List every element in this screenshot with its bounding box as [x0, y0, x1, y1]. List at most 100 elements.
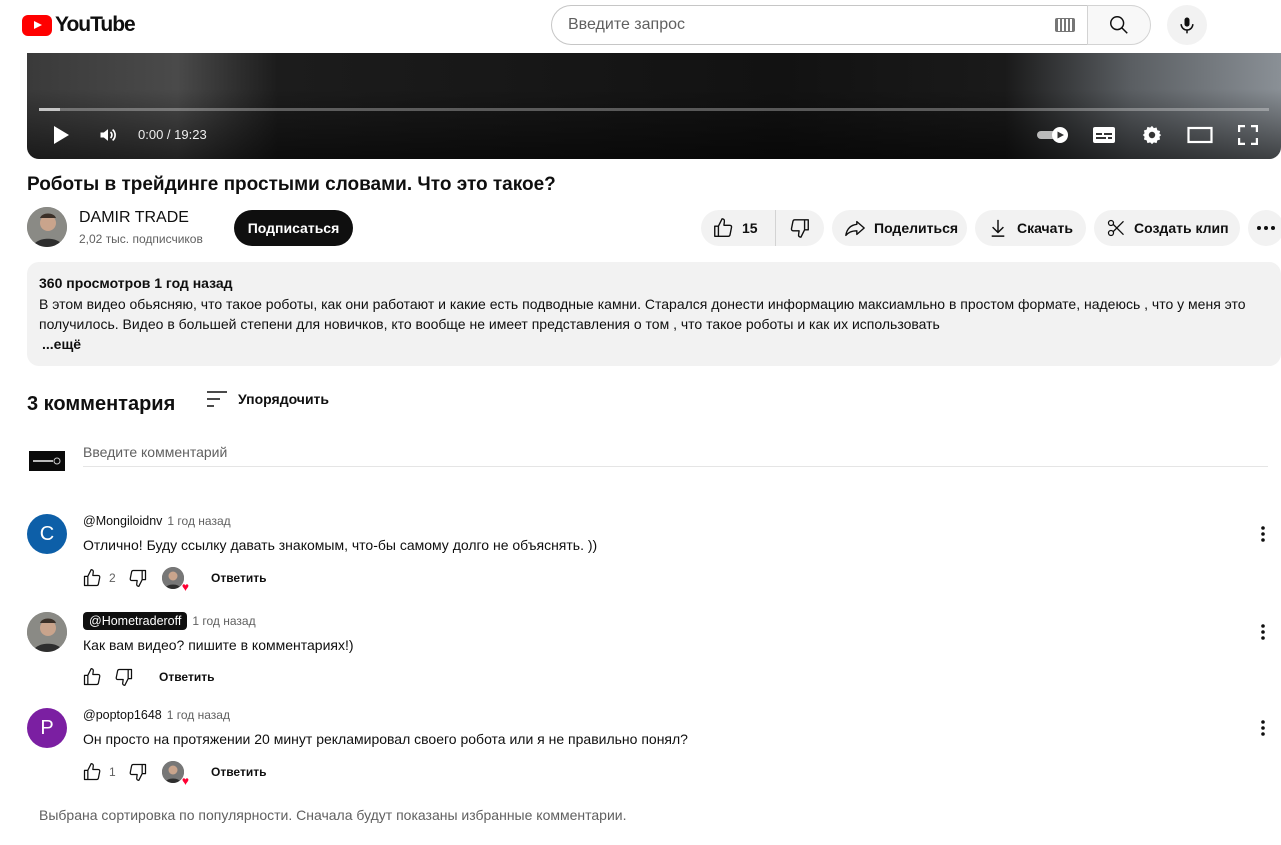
- comment-time[interactable]: 1 год назад: [192, 614, 255, 628]
- clip-label: Создать клип: [1134, 220, 1229, 236]
- download-button[interactable]: Скачать: [975, 210, 1086, 246]
- reply-button[interactable]: Ответить: [211, 765, 266, 779]
- download-label: Скачать: [1017, 220, 1073, 236]
- comment-text: Он просто на протяжении 20 минут реклами…: [83, 731, 688, 747]
- more-horizontal-icon: [1257, 226, 1275, 230]
- thumbs-up-icon[interactable]: [82, 667, 102, 687]
- search-button[interactable]: [1087, 5, 1151, 45]
- comment-time[interactable]: 1 год назад: [167, 708, 230, 722]
- channel-avatar-image: [27, 207, 67, 247]
- logo-text: YouTube: [55, 13, 136, 36]
- like-button[interactable]: 15: [701, 210, 776, 246]
- channel-name[interactable]: DAMIR TRADE: [79, 209, 189, 227]
- more-actions-button[interactable]: [1248, 210, 1281, 246]
- sort-label: Упорядочить: [238, 391, 330, 407]
- more-vertical-icon: [1261, 526, 1265, 542]
- channel-avatar[interactable]: [27, 207, 67, 247]
- subtitles-icon: [1093, 127, 1115, 143]
- video-player[interactable]: 0:00 / 19:23: [27, 53, 1281, 159]
- creator-heart-badge: ♥: [162, 567, 189, 593]
- add-comment-input[interactable]: Введите комментарий: [83, 441, 1268, 467]
- comment-author-avatar[interactable]: C: [27, 514, 67, 554]
- more-vertical-icon: [1261, 720, 1265, 736]
- youtube-play-icon: [22, 14, 52, 36]
- autoplay-toggle[interactable]: [1035, 121, 1071, 149]
- comment-like-count: 1: [109, 765, 116, 779]
- comment-time[interactable]: 1 год назад: [167, 514, 230, 528]
- fullscreen-button[interactable]: [1235, 121, 1261, 149]
- subscribe-button[interactable]: Подписаться: [234, 210, 353, 246]
- thumbs-down-icon: [790, 219, 809, 238]
- search-input[interactable]: [568, 16, 1055, 34]
- youtube-logo[interactable]: YouTube: [22, 13, 136, 37]
- current-user-avatar: [29, 451, 65, 471]
- description-text: В этом видео обьясняю, что такое роботы,…: [39, 296, 1246, 332]
- thumbs-up-icon[interactable]: [82, 762, 102, 782]
- comment-author[interactable]: @poptop1648: [83, 708, 162, 722]
- subtitles-button[interactable]: [1091, 121, 1117, 149]
- comments-count: 3 комментария: [27, 393, 176, 415]
- comment-actions: 2 ♥ Ответить: [82, 567, 266, 593]
- subscriber-count: 2,02 тыс. подписчиков: [79, 232, 203, 246]
- creator-avatar-image: [162, 567, 184, 589]
- comment-header: @Hometraderoff 1 год назад: [83, 612, 256, 630]
- comment-menu-button[interactable]: [1253, 622, 1273, 642]
- comment-author[interactable]: @Mongiloidnv: [83, 514, 162, 528]
- progress-fill: [39, 108, 60, 111]
- settings-button[interactable]: [1139, 121, 1165, 149]
- comment-actions: 1 ♥ Ответить: [82, 761, 266, 787]
- creator-avatar-image: [162, 761, 184, 783]
- reply-button[interactable]: Ответить: [211, 571, 266, 585]
- masthead: YouTube: [0, 0, 1281, 53]
- volume-icon: [100, 128, 116, 142]
- like-count: 15: [742, 220, 758, 236]
- more-vertical-icon: [1261, 624, 1265, 640]
- comment-text: Как вам видео? пишите в комментариях!): [83, 637, 354, 653]
- download-icon: [991, 219, 1005, 237]
- sort-info-note: Выбрана сортировка по популярности. Снач…: [39, 807, 627, 823]
- search-box: [551, 5, 1087, 45]
- comment-like-count: 2: [109, 571, 116, 585]
- video-title: Роботы в трейдинге простыми словами. Что…: [27, 174, 556, 195]
- current-user-avatar-logo: [33, 457, 61, 465]
- sort-icon: [207, 391, 227, 407]
- comment-author-avatar[interactable]: [27, 612, 67, 652]
- thumbs-down-icon[interactable]: [114, 667, 134, 687]
- description-expand[interactable]: ...ещё: [39, 334, 1269, 354]
- comment-author-avatar[interactable]: P: [27, 708, 67, 748]
- sort-comments-button[interactable]: Упорядочить: [206, 390, 329, 408]
- heart-icon: ♥: [181, 774, 189, 788]
- comment-actions: Ответить: [82, 667, 214, 687]
- create-clip-button[interactable]: Создать клип: [1094, 210, 1240, 246]
- volume-button[interactable]: [95, 121, 121, 149]
- theater-mode-button[interactable]: [1187, 121, 1213, 149]
- play-icon: [54, 126, 69, 144]
- comment-header: @poptop1648 1 год назад: [83, 708, 230, 722]
- fullscreen-icon: [1238, 125, 1258, 145]
- description-box[interactable]: 360 просмотров 1 год назад В этом видео …: [27, 262, 1281, 366]
- thumbs-down-icon[interactable]: [128, 568, 148, 588]
- progress-bar[interactable]: [39, 108, 1269, 111]
- thumbs-up-icon[interactable]: [82, 568, 102, 588]
- comment-author-avatar-image: [27, 612, 67, 652]
- share-button[interactable]: Поделиться: [832, 210, 967, 246]
- comment-menu-button[interactable]: [1253, 524, 1273, 544]
- description-meta: 360 просмотров 1 год назад: [39, 275, 233, 291]
- thumbs-down-icon[interactable]: [128, 762, 148, 782]
- comment-author-creator[interactable]: @Hometraderoff: [83, 612, 188, 630]
- search-icon: [1110, 16, 1128, 34]
- comment-text: Отлично! Буду ссылку давать знакомым, чт…: [83, 537, 598, 553]
- scissors-icon: [1107, 219, 1124, 237]
- share-icon: [845, 220, 865, 237]
- dislike-button[interactable]: [776, 210, 824, 246]
- reply-button[interactable]: Ответить: [159, 670, 214, 684]
- comment-menu-button[interactable]: [1253, 718, 1273, 738]
- play-button[interactable]: [49, 121, 73, 149]
- keyboard-icon[interactable]: [1055, 18, 1075, 32]
- time-display: 0:00 / 19:23: [138, 127, 207, 142]
- thumbs-up-icon: [714, 218, 733, 237]
- heart-icon: ♥: [181, 580, 189, 594]
- like-dislike-group: 15: [701, 210, 824, 246]
- voice-search-button[interactable]: [1167, 5, 1207, 45]
- share-label: Поделиться: [874, 220, 959, 236]
